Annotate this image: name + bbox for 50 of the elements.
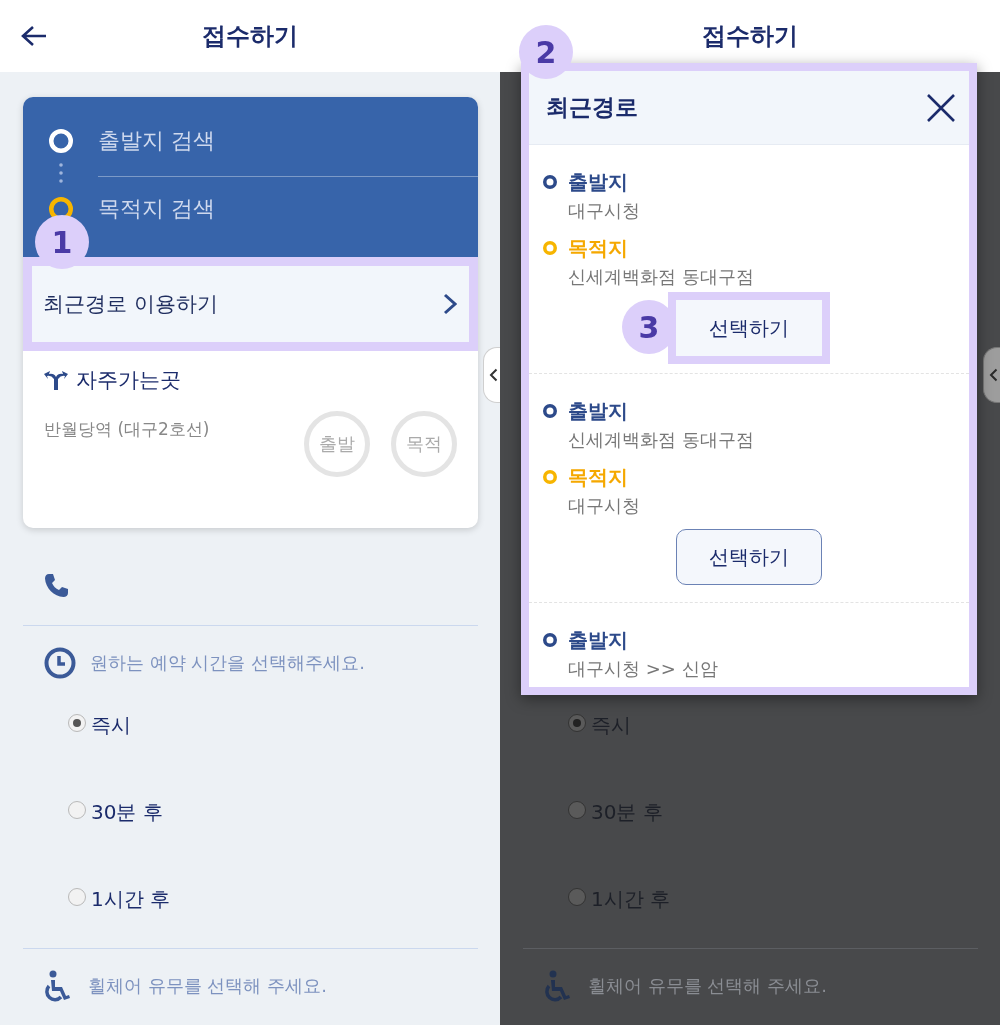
favorites-title: 자주가는곳 xyxy=(76,367,181,394)
wheelchair-prompt: 휠체어 유무를 선택해 주세요. xyxy=(588,974,827,998)
destination-ring-icon xyxy=(543,470,557,484)
origin-label: 출발지 xyxy=(568,397,628,425)
set-origin-button[interactable]: 출발 xyxy=(304,411,370,477)
dots-icon xyxy=(58,163,63,183)
origin-label: 출발지 xyxy=(568,168,628,196)
radio-button[interactable] xyxy=(68,800,86,819)
wheelchair-prompt: 휠체어 유무를 선택해 주세요. xyxy=(88,974,327,998)
origin-ring-icon xyxy=(543,175,557,189)
time-prompt: 원하는 예약 시간을 선택해주세요. xyxy=(90,651,365,675)
dialog-title: 최근경로 xyxy=(546,93,638,122)
option-label: 즉시 xyxy=(91,712,131,739)
screen-title: 접수하기 xyxy=(202,21,298,52)
destination-address: 대구시청 xyxy=(568,495,640,516)
set-destination-button[interactable]: 목적 xyxy=(391,411,457,477)
side-tab-button[interactable] xyxy=(983,347,1000,403)
radio-button[interactable] xyxy=(568,800,586,819)
back-arrow-icon[interactable] xyxy=(21,25,47,47)
origin-address: 대구시청 >> 신암 xyxy=(568,658,718,679)
origin-ring-icon xyxy=(48,129,73,153)
place-name: 반월당역 (대구2호선) xyxy=(44,418,210,441)
option-label: 1시간 후 xyxy=(91,886,171,913)
origin-search-field[interactable]: 출발지 검색 xyxy=(98,117,478,165)
origin-label: 출발지 xyxy=(568,626,628,654)
origin-ring-icon xyxy=(543,404,557,418)
select-button[interactable]: 선택하기 xyxy=(676,529,822,585)
destination-ring-icon xyxy=(543,241,557,255)
destination-address: 신세계백화점 동대구점 xyxy=(568,266,754,287)
radio-button[interactable] xyxy=(568,713,586,732)
origin-ring-icon xyxy=(543,633,557,647)
radio-button[interactable] xyxy=(68,713,86,732)
option-label: 30분 후 xyxy=(91,799,163,826)
radio-button[interactable] xyxy=(568,887,586,906)
destination-label: 목적지 xyxy=(568,234,628,262)
chevron-left-icon xyxy=(488,368,498,382)
wheelchair-icon xyxy=(44,970,70,1002)
chevron-right-icon xyxy=(443,293,457,315)
clock-icon xyxy=(44,647,76,679)
radio-button[interactable] xyxy=(68,887,86,906)
phone-icon xyxy=(44,573,69,598)
close-button[interactable] xyxy=(926,92,956,123)
split-arrow-icon xyxy=(44,370,68,390)
wheelchair-icon xyxy=(544,970,570,1002)
chevron-left-icon xyxy=(988,368,998,382)
origin-address: 신세계백화점 동대구점 xyxy=(568,429,754,450)
screen-title: 접수하기 xyxy=(702,21,798,52)
destination-search-field[interactable]: 목적지 검색 xyxy=(98,185,478,233)
destination-label: 목적지 xyxy=(568,463,628,491)
origin-address: 대구시청 xyxy=(568,200,640,221)
